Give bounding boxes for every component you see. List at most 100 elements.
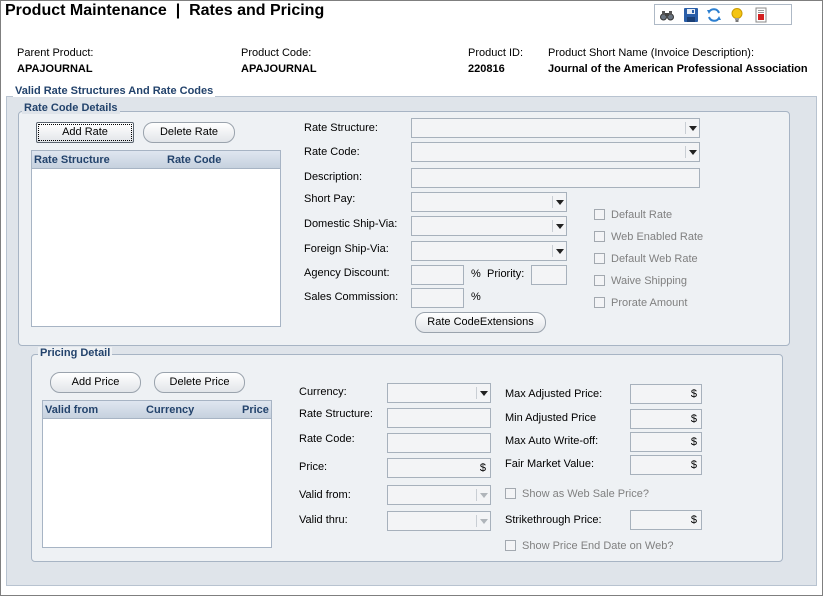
dollar-sign: $ (690, 459, 697, 471)
short-name-label: Product Short Name (Invoice Description)… (548, 47, 755, 59)
max-auto-writeoff-label: Max Auto Write-off: (505, 435, 599, 447)
chevron-down-icon[interactable] (552, 220, 564, 232)
rate-structure-label: Rate Structure: (304, 122, 378, 134)
price-rate-structure-input[interactable] (387, 408, 491, 428)
strikethrough-price-label: Strikethrough Price: (505, 514, 602, 526)
currency-label: Currency: (299, 386, 347, 398)
short-name-value: Journal of the American Professional Ass… (548, 63, 808, 75)
show-web-sale-price-label: Show as Web Sale Price? (522, 488, 649, 500)
sales-commission-input[interactable] (411, 288, 464, 308)
min-adjusted-price-input[interactable]: $ (630, 409, 702, 429)
description-label: Description: (304, 171, 363, 183)
toolbar (654, 4, 792, 25)
save-icon[interactable] (683, 7, 699, 23)
delete-price-button[interactable]: Delete Price (154, 372, 245, 393)
chevron-down-icon[interactable] (552, 196, 564, 208)
min-adjusted-price-label: Min Adjusted Price (505, 412, 597, 424)
price-input[interactable]: $ (387, 458, 491, 478)
price-grid-header: Valid from Currency Price (43, 401, 271, 419)
rate-grid-header: Rate Structure Rate Code (32, 151, 280, 169)
show-price-end-date-label: Show Price End Date on Web? (522, 540, 674, 552)
dollar-sign: $ (479, 462, 486, 474)
valid-from-label: Valid from: (299, 489, 351, 501)
dollar-sign: $ (690, 436, 697, 448)
price-grid[interactable]: Valid from Currency Price (42, 400, 272, 548)
show-price-end-date-checkbox[interactable] (505, 540, 516, 551)
valid-from-column[interactable]: Valid from (45, 404, 98, 416)
price-column[interactable]: Price (242, 404, 269, 416)
rate-code-select[interactable] (411, 142, 700, 162)
price-rate-structure-label: Rate Structure: (299, 408, 373, 420)
max-auto-writeoff-input[interactable]: $ (630, 432, 702, 452)
page-title: Product Maintenance | Rates and Pricing (5, 2, 325, 19)
valid-thru-date-picker[interactable] (387, 511, 491, 531)
sales-commission-percent: % (471, 291, 481, 303)
rate-grid[interactable]: Rate Structure Rate Code (31, 150, 281, 327)
add-rate-button[interactable]: Add Rate (36, 122, 134, 143)
rate-code-details-title: Rate Code Details (22, 102, 120, 114)
parent-product-value: APAJOURNAL (17, 63, 93, 75)
chevron-down-icon[interactable] (685, 146, 697, 158)
show-web-sale-price-checkbox[interactable] (505, 488, 516, 499)
chevron-down-icon[interactable] (476, 387, 488, 399)
product-id-label: Product ID: (468, 47, 524, 59)
currency-column[interactable]: Currency (146, 404, 194, 416)
agency-discount-percent: % (471, 268, 481, 280)
short-pay-select[interactable] (411, 192, 567, 212)
strikethrough-price-input[interactable]: $ (630, 510, 702, 530)
waive-shipping-checkbox[interactable] (594, 275, 605, 286)
valid-rates-title: Valid Rate Structures And Rate Codes (13, 85, 216, 97)
description-input[interactable] (411, 168, 700, 188)
dollar-sign: $ (690, 514, 697, 526)
price-rate-code-label: Rate Code: (299, 433, 355, 445)
report-icon[interactable] (753, 7, 769, 23)
priority-label: Priority: (487, 268, 525, 280)
delete-rate-button[interactable]: Delete Rate (143, 122, 235, 143)
chevron-down-icon[interactable] (476, 515, 488, 527)
dollar-sign: $ (690, 413, 697, 425)
short-pay-label: Short Pay: (304, 193, 356, 205)
binoculars-icon[interactable] (659, 7, 675, 23)
max-adjusted-price-input[interactable]: $ (630, 384, 702, 404)
web-enabled-rate-label: Web Enabled Rate (611, 231, 704, 243)
currency-select[interactable] (387, 383, 491, 403)
product-code-label: Product Code: (241, 47, 312, 59)
agency-discount-label: Agency Discount: (304, 267, 390, 279)
sales-commission-label: Sales Commission: (304, 291, 399, 303)
valid-thru-label: Valid thru: (299, 514, 348, 526)
prorate-amount-checkbox[interactable] (594, 297, 605, 308)
price-rate-code-input[interactable] (387, 433, 491, 453)
max-adjusted-price-label: Max Adjusted Price: (505, 388, 603, 400)
foreign-ship-via-select[interactable] (411, 241, 567, 261)
web-enabled-rate-checkbox[interactable] (594, 231, 605, 242)
parent-product-label: Parent Product: (17, 47, 94, 59)
default-web-rate-label: Default Web Rate (611, 253, 698, 265)
refresh-icon[interactable] (706, 7, 722, 23)
priority-input[interactable] (531, 265, 567, 285)
price-label: Price: (299, 461, 328, 473)
pricing-detail-title: Pricing Detail (38, 347, 113, 359)
dollar-sign: $ (690, 388, 697, 400)
rate-code-label: Rate Code: (304, 146, 360, 158)
product-id-value: 220816 (468, 63, 505, 75)
rate-code-extensions-button[interactable]: Rate CodeExtensions (415, 312, 546, 333)
chevron-down-icon[interactable] (685, 122, 697, 134)
default-rate-checkbox[interactable] (594, 209, 605, 220)
chevron-down-icon[interactable] (476, 489, 488, 501)
product-code-value: APAJOURNAL (241, 63, 317, 75)
fair-market-value-input[interactable]: $ (630, 455, 702, 475)
waive-shipping-label: Waive Shipping (611, 275, 688, 287)
chevron-down-icon[interactable] (552, 245, 564, 257)
fair-market-value-label: Fair Market Value: (505, 458, 595, 470)
lightbulb-icon[interactable] (729, 7, 745, 23)
add-price-button[interactable]: Add Price (50, 372, 141, 393)
domestic-ship-via-select[interactable] (411, 216, 567, 236)
rate-code-column[interactable]: Rate Code (167, 154, 221, 166)
default-rate-label: Default Rate (611, 209, 673, 221)
agency-discount-input[interactable] (411, 265, 464, 285)
rate-structure-select[interactable] (411, 118, 700, 138)
default-web-rate-checkbox[interactable] (594, 253, 605, 264)
valid-from-date-picker[interactable] (387, 485, 491, 505)
foreign-ship-via-label: Foreign Ship-Via: (304, 243, 389, 255)
rate-structure-column[interactable]: Rate Structure (34, 154, 110, 166)
